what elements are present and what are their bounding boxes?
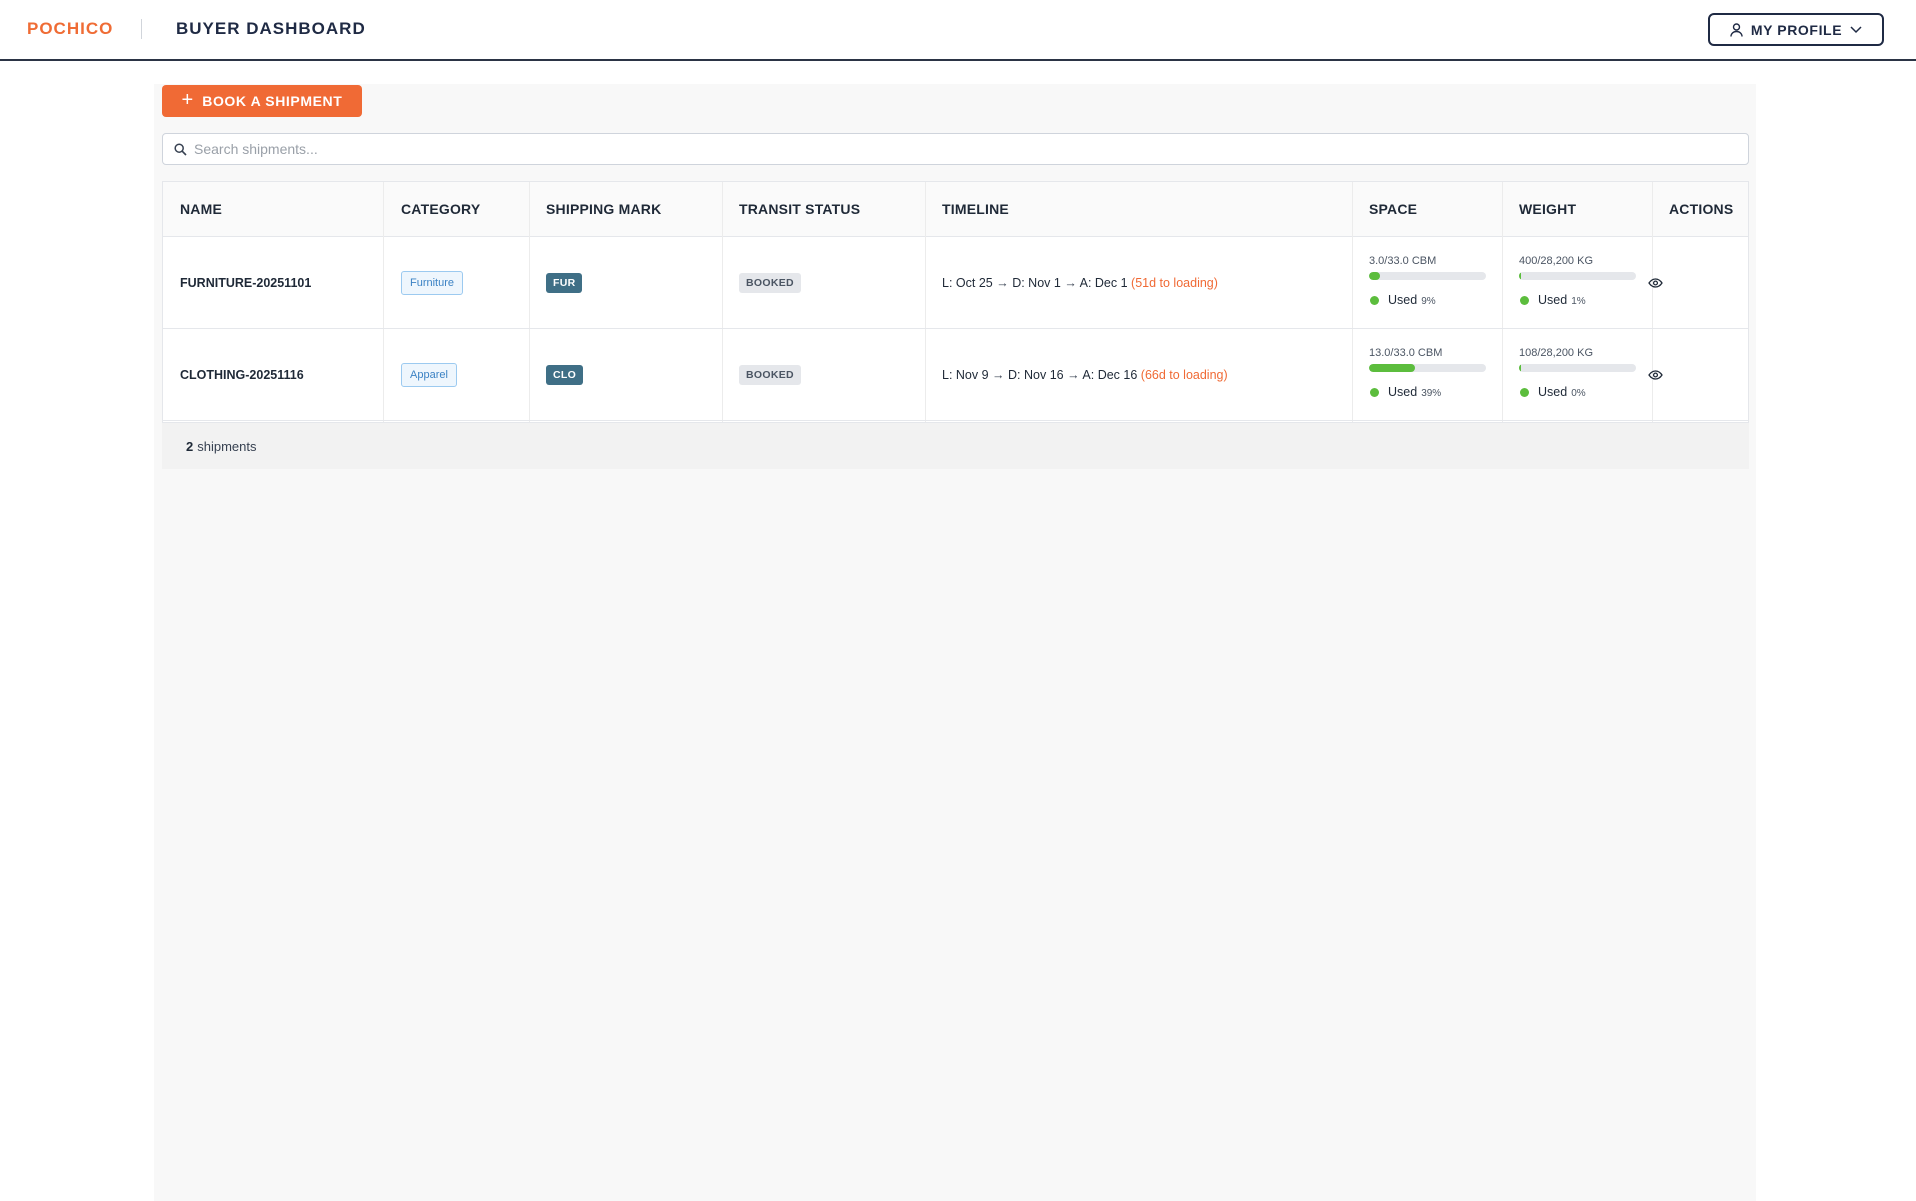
shipping-mark-badge: FUR [546,273,583,293]
status-dot-icon [1520,387,1529,397]
column-header-weight[interactable]: WEIGHT [1519,182,1576,237]
eye-icon [1647,370,1663,380]
space-usage: 13.0/33.0 CBM Used 39% [1369,347,1487,399]
shipment-count-label: shipments [197,438,257,454]
status-badge: BOOKED [739,365,801,385]
weight-used-label: Used [1538,293,1568,307]
weight-used-label: Used [1538,385,1568,399]
view-shipment-button[interactable] [1645,273,1665,293]
search-input[interactable] [194,141,1734,157]
column-header-timeline[interactable]: TIMELINE [942,182,1009,237]
brand-logo[interactable]: POCHICO [27,19,113,39]
view-shipment-button[interactable] [1645,365,1665,385]
weight-used-indicator: Used 0% [1519,385,1637,399]
plus-icon: + [181,89,194,111]
table-header: NAME CATEGORY SHIPPING MARK TRANSIT STAT… [163,182,1748,237]
shipment-name: FURNITURE-20251101 [180,276,312,290]
loading-countdown: (66d to loading) [1140,368,1228,382]
arrow-right-icon: → [992,368,1005,382]
weight-usage: 400/28,200 KG Used 1% [1519,255,1637,307]
status-badge: BOOKED [739,273,801,293]
shipments-table: NAME CATEGORY SHIPPING MARK TRANSIT STAT… [162,181,1749,423]
space-progress-bar [1369,272,1486,280]
space-used-label: Used [1388,293,1418,307]
header-divider [141,19,142,39]
book-shipment-button[interactable]: + BOOK A SHIPMENT [162,85,362,117]
timeline-arrival-date: A: Dec 16 [1082,368,1138,382]
my-profile-button[interactable]: MY PROFILE [1708,13,1884,46]
category-tag: Furniture [401,271,464,295]
weight-used-percent: 1% [1571,295,1586,307]
timeline-loading-date: L: Nov 9 [942,368,989,382]
arrow-right-icon: → [1067,368,1080,382]
space-used-label: Used [1388,385,1418,399]
table-footer: 2 shipments [162,423,1749,469]
arrow-right-icon: → [996,276,1009,290]
timeline-text: L: Nov 9 → D: Nov 16 → A: Dec 16 (66d to… [942,368,1228,382]
weight-progress-bar [1519,272,1636,280]
weight-usage: 108/28,200 KG Used 0% [1519,347,1637,399]
book-shipment-label: BOOK A SHIPMENT [202,93,343,109]
space-used-indicator: Used 39% [1369,385,1487,399]
timeline-loading-date: L: Oct 25 [942,276,993,290]
timeline-arrival-date: A: Dec 1 [1079,276,1128,290]
top-navigation-bar: POCHICO BUYER DASHBOARD MY PROFILE [0,0,1916,61]
space-progress-bar [1369,364,1486,372]
column-header-shipping-mark[interactable]: SHIPPING MARK [546,182,661,237]
weight-progress-fill [1519,272,1521,280]
timeline-departure-date: D: Nov 1 [1012,276,1061,290]
loading-countdown: (51d to loading) [1131,276,1218,290]
space-progress-fill [1369,272,1380,280]
weight-used-percent: 0% [1571,387,1586,399]
column-header-transit-status[interactable]: TRANSIT STATUS [739,182,860,237]
table-row[interactable]: CLOTHING-20251116 Apparel CLO BOOKED L: … [163,329,1748,421]
space-used-percent: 9% [1421,295,1436,307]
arrow-right-icon: → [1064,276,1077,290]
shipping-mark-badge: CLO [546,365,584,385]
weight-progress-fill [1519,364,1521,372]
status-dot-icon [1370,387,1379,397]
search-icon [174,142,187,156]
page-title: BUYER DASHBOARD [176,19,366,38]
shipment-count: 2 [186,438,194,454]
chevron-down-icon [1850,25,1862,33]
my-profile-label: MY PROFILE [1750,21,1843,38]
category-tag: Apparel [401,363,457,387]
weight-value: 400/28,200 KG [1519,255,1594,267]
shipment-name: CLOTHING-20251116 [180,368,304,382]
space-progress-fill [1369,364,1415,372]
timeline-departure-date: D: Nov 16 [1008,368,1064,382]
weight-value: 108/28,200 KG [1519,347,1594,359]
space-value: 13.0/33.0 CBM [1369,347,1443,359]
space-used-percent: 39% [1421,387,1442,399]
column-header-category[interactable]: CATEGORY [401,182,480,237]
status-dot-icon [1370,295,1379,305]
timeline-text: L: Oct 25 → D: Nov 1 → A: Dec 1 (51d to … [942,276,1218,290]
space-usage: 3.0/33.0 CBM Used 9% [1369,255,1487,307]
user-icon [1730,22,1743,37]
eye-icon [1647,278,1663,288]
column-header-space[interactable]: SPACE [1369,182,1417,237]
status-dot-icon [1520,295,1529,305]
weight-progress-bar [1519,364,1636,372]
weight-used-indicator: Used 1% [1519,293,1637,307]
space-used-indicator: Used 9% [1369,293,1487,307]
search-bar[interactable] [162,133,1749,165]
column-header-name[interactable]: NAME [180,182,222,237]
column-header-actions: ACTIONS [1669,201,1734,217]
table-row[interactable]: FURNITURE-20251101 Furniture FUR BOOKED … [163,237,1748,329]
space-value: 3.0/33.0 CBM [1369,255,1437,267]
